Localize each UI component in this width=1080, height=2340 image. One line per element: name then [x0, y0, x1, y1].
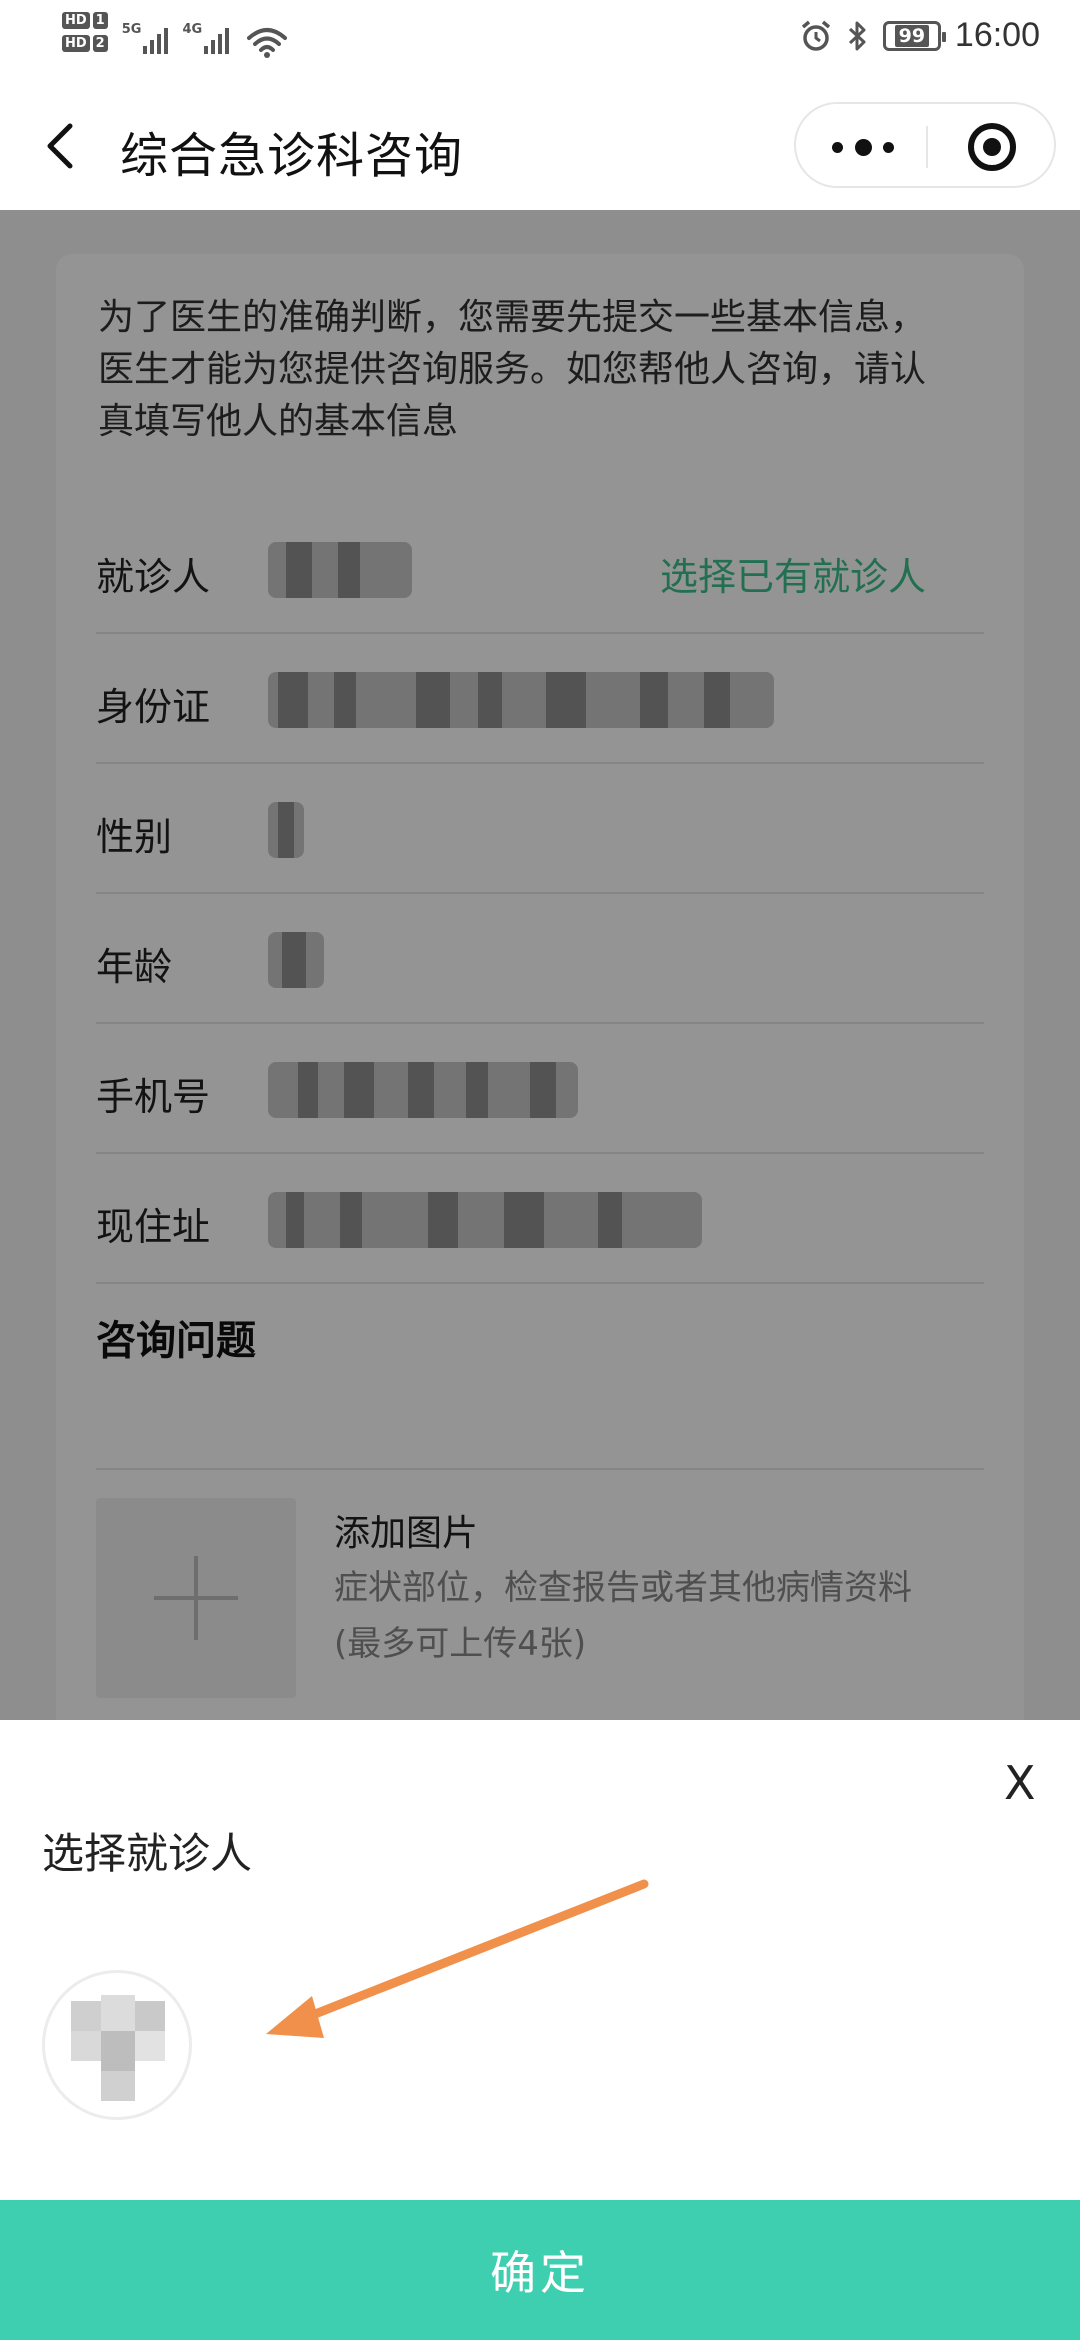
patient-avatar[interactable] [42, 1970, 192, 2120]
sim1-indicator: HD 1 [62, 12, 108, 29]
signal-5g: 5G [122, 12, 169, 54]
back-chevron-icon[interactable] [40, 120, 84, 172]
page-title: 综合急诊科咨询 [120, 128, 464, 184]
signal-4g: 4G [182, 12, 230, 54]
network-type-label: 5G [121, 22, 142, 37]
bluetooth-icon [848, 21, 866, 50]
hd-badge: HD [62, 35, 90, 52]
select-patient-sheet: X 选择就诊人 确定 [0, 1720, 1080, 2340]
wifi-icon [247, 28, 288, 58]
miniprogram-capsule [794, 102, 1056, 188]
signal-bars-icon [204, 24, 230, 54]
sim-number: 2 [92, 35, 108, 52]
more-dots-icon[interactable] [832, 126, 894, 168]
battery-icon: 99 [882, 20, 946, 51]
close-sheet-button[interactable]: X [1004, 1756, 1036, 1810]
sim-indicators: HD 1 HD 2 [62, 12, 108, 52]
target-icon[interactable] [968, 123, 1016, 171]
sim2-indicator: HD 2 [62, 35, 108, 52]
sim-number: 1 [92, 12, 108, 29]
status-time: 16:00 [954, 16, 1040, 54]
battery-level: 99 [894, 24, 930, 47]
confirm-button[interactable]: 确定 [0, 2200, 1080, 2340]
status-bar-right: 99 16:00 [799, 16, 1040, 55]
network-type-label: 4G [182, 22, 203, 37]
status-bar-left: HD 1 HD 2 5G 4G [62, 12, 288, 58]
alarm-icon [801, 20, 831, 51]
sheet-title: 选择就诊人 [42, 1829, 253, 1878]
capsule-divider [926, 126, 928, 168]
signal-bars-icon [143, 24, 169, 54]
modal-overlay[interactable] [0, 210, 1080, 1720]
status-bar: HD 1 HD 2 5G 4G 99 16:00 [0, 0, 1080, 80]
hd-badge: HD [62, 12, 90, 29]
navigation-bar: 综合急诊科咨询 [0, 80, 1080, 210]
